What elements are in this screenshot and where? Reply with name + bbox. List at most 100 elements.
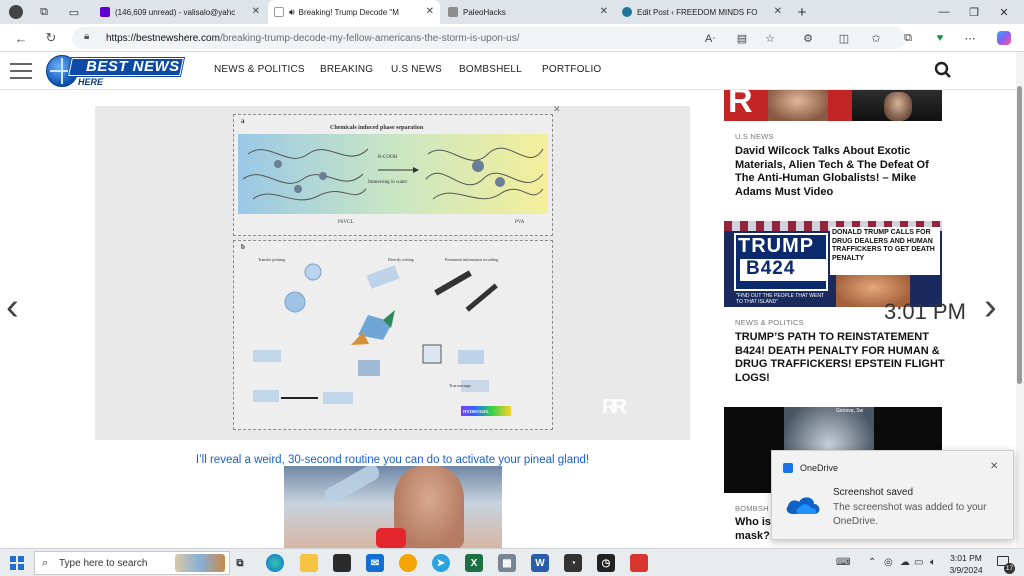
tray-chevron-icon[interactable]: ⌃ — [868, 557, 876, 568]
sticky-app-icon[interactable] — [399, 554, 417, 572]
nav-bombshell[interactable]: BOMBSHELL — [459, 64, 522, 75]
sidebar-item-category[interactable]: NEWS & POLITICS — [735, 318, 804, 327]
figure-text-label: Transfer printing — [258, 257, 286, 262]
close-tab-icon[interactable]: ✕ — [426, 6, 434, 17]
display-icon[interactable]: ▭ — [914, 557, 923, 568]
maximize-button[interactable]: ❐ — [966, 4, 982, 20]
thumb-trump-text: TRUMP — [738, 235, 815, 257]
copilot-icon[interactable] — [996, 30, 1012, 46]
browser-essentials-icon[interactable]: ♥ — [932, 30, 948, 46]
sidebar-item-title[interactable]: mask? — [735, 530, 770, 544]
hamburger-menu-icon[interactable] — [10, 63, 32, 79]
yahoo-mail-icon — [100, 7, 110, 17]
tab-actions-icon[interactable]: ▭ — [66, 4, 82, 20]
nav-us-news[interactable]: U.S NEWS — [391, 64, 442, 75]
minimize-button[interactable]: — — [936, 4, 952, 20]
store-icon[interactable] — [333, 554, 351, 572]
read-aloud-icon[interactable]: Aᐧ — [702, 30, 718, 46]
tab-title: (146,609 unread) - valisalo@yahc — [115, 7, 236, 17]
sidebar-thumb-wilcock[interactable]: R — [724, 90, 942, 121]
sidebar-item-title[interactable]: TRUMP’S PATH TO REINSTATEMENT B424! DEAT… — [735, 331, 945, 385]
back-button[interactable]: ← — [12, 29, 30, 47]
search-highlight-icon[interactable] — [175, 554, 225, 572]
profile-avatar-icon[interactable] — [8, 4, 24, 20]
tab-yahoo-mail[interactable]: (146,609 unread) - valisalo@yahc ✕ — [94, 0, 266, 24]
close-tab-icon[interactable]: ✕ — [252, 6, 260, 17]
refresh-button[interactable]: ↻ — [42, 29, 60, 47]
copilot-tray-icon[interactable]: ◎ — [884, 557, 893, 568]
notification-center-icon[interactable]: 17 — [996, 554, 1015, 574]
promo-video-thumbnail[interactable] — [284, 466, 502, 548]
tab-edit-post[interactable]: Edit Post ‹ FREEDOM MINDS FO ✕ — [616, 0, 788, 24]
taskbar-search-placeholder: Type here to search — [59, 557, 148, 569]
url-field[interactable]: 🔒︎ https://bestnewshere.com/breaking-tru… — [72, 27, 906, 49]
toast-title: Screenshot saved — [833, 487, 914, 498]
nav-news-politics[interactable]: NEWS & POLITICS — [214, 64, 305, 75]
person-photo — [768, 90, 828, 121]
onedrive-cloud-icon — [786, 497, 820, 514]
file-explorer-icon[interactable] — [300, 554, 318, 572]
carousel-prev-icon[interactable]: ‹ — [6, 286, 19, 329]
split-screen-icon[interactable]: ◫ — [836, 30, 852, 46]
sidebar-item-category[interactable]: U.S NEWS — [735, 132, 774, 141]
telegram-icon[interactable]: ➤ — [432, 554, 450, 572]
figure-text-label: True message — [449, 383, 471, 388]
thumb-b424-text: B424 — [746, 258, 796, 279]
speedometer-icon[interactable]: ◔ — [564, 554, 582, 572]
lock-icon[interactable]: 🔒︎ — [84, 31, 89, 42]
clock-overlay-text: 3:01 PM — [884, 299, 966, 324]
close-ad-icon[interactable]: ✕ — [553, 104, 561, 115]
figure-caption-left: PSVCL — [338, 220, 354, 225]
search-icon[interactable] — [934, 61, 952, 79]
taskbar-search-box[interactable]: ⌕ Type here to search — [34, 551, 230, 575]
sidebar-thumb-trump-b424[interactable]: TRUMP B424 "FIND OUT THE PEOPLE THAT WEN… — [724, 221, 942, 307]
sidebar-item-title[interactable]: David Wilcock Talks About Exotic Materia… — [735, 145, 935, 199]
favorites-icon[interactable]: ✩ — [868, 30, 884, 46]
more-menu-icon[interactable]: ⋯ — [962, 30, 978, 46]
mail-icon[interactable]: ✉ — [366, 554, 384, 572]
network-icon[interactable]: ☁ — [900, 557, 910, 568]
page-scrollbar-thumb[interactable] — [1017, 86, 1022, 384]
url-host: https://bestnewshere.com — [106, 32, 220, 44]
extensions-icon[interactable]: ⚙ — [800, 30, 816, 46]
workspaces-icon[interactable]: ⧉ — [36, 4, 52, 20]
taskbar-clock[interactable]: 3:01 PM 3/9/2024 — [946, 552, 986, 576]
onedrive-toast[interactable]: OneDrive ✕ Screenshot saved The screensh… — [771, 450, 1014, 540]
clock-app-icon[interactable]: ◷ — [597, 554, 615, 572]
close-icon[interactable]: ✕ — [990, 461, 998, 472]
nav-breaking[interactable]: BREAKING — [320, 64, 373, 75]
sidebar-item-title[interactable]: Who is — [735, 516, 771, 530]
tab-breaking-trump[interactable]: 🔊︎ Breaking! Trump Decode "M ✕ — [268, 0, 440, 24]
immersive-reader-icon[interactable]: ▤ — [734, 30, 750, 46]
carousel-next-icon[interactable]: › — [984, 286, 997, 329]
tab-title: Edit Post ‹ FREEDOM MINDS FO — [637, 7, 758, 17]
tab-paleohacks[interactable]: PaleoHacks ✕ — [442, 0, 614, 24]
excel-icon[interactable]: X — [465, 554, 483, 572]
speaker-icon[interactable]: 🔊︎ — [289, 7, 295, 18]
task-view-icon[interactable]: ⧉ — [231, 554, 249, 572]
site-logo[interactable]: BEST NEWS HERE — [46, 55, 184, 87]
toast-body: The screenshot was added to your OneDriv… — [833, 502, 987, 527]
tab-title: PaleoHacks — [463, 7, 506, 17]
figure-text-label: Directly writing — [388, 257, 414, 262]
collections-icon[interactable]: ⧉ — [900, 30, 916, 46]
close-tab-icon[interactable]: ✕ — [774, 6, 782, 17]
calculator-icon[interactable]: ▦ — [498, 554, 516, 572]
volume-icon[interactable]: 🔈︎ — [930, 557, 936, 568]
sidebar-item-category[interactable]: BOMBSH — [735, 504, 769, 513]
thumb-quote: "FIND OUT THE PEOPLE THAT WENT TO THAT I… — [736, 293, 824, 305]
keyboard-icon[interactable]: ⌨ — [836, 557, 850, 568]
play-button-icon[interactable] — [376, 528, 406, 548]
start-button[interactable] — [8, 554, 26, 572]
nav-portfolio[interactable]: PORTFOLIO — [542, 64, 601, 75]
site-header: BEST NEWS HERE NEWS & POLITICS BREAKING … — [0, 52, 1016, 90]
pineal-gland-promo-link[interactable]: I’ll reveal a weird, 30-second routine y… — [95, 454, 690, 466]
edge-browser-icon[interactable] — [266, 554, 284, 572]
word-icon[interactable]: W — [531, 554, 549, 572]
new-tab-button[interactable]: + — [794, 4, 810, 21]
close-tab-icon[interactable]: ✕ — [600, 6, 608, 17]
red-app-icon[interactable] — [630, 554, 648, 572]
thumb-letter: R — [728, 90, 753, 120]
close-window-button[interactable]: ✕ — [996, 4, 1012, 20]
favorite-star-icon[interactable]: ☆ — [762, 30, 778, 46]
